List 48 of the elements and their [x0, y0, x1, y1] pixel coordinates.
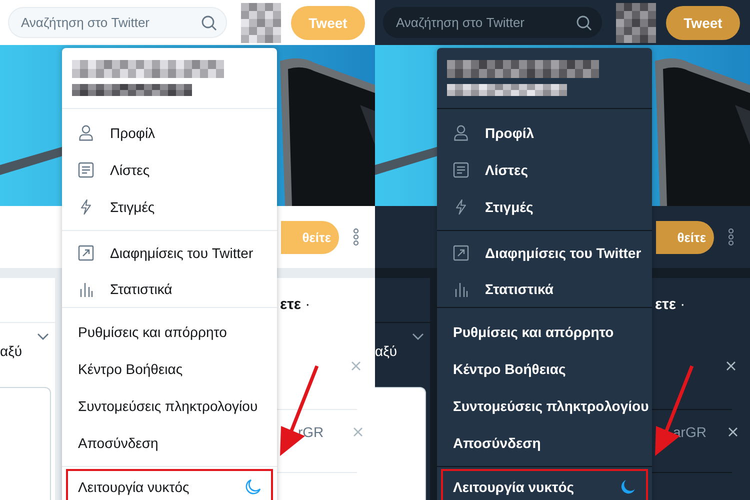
search-field[interactable]: Αναζήτηση στο Twitter — [383, 7, 602, 38]
bar-chart-icon — [453, 281, 469, 297]
menu-item[interactable]: Στιγμές — [62, 188, 277, 225]
pixelated-avatar[interactable] — [616, 2, 656, 42]
menu-item[interactable]: Κέντρο Βοήθειας — [437, 350, 652, 387]
person-icon — [78, 124, 94, 140]
chevron-icon[interactable] — [412, 333, 424, 341]
moon-icon[interactable] — [620, 479, 636, 495]
menu-item[interactable]: Στιγμές — [437, 188, 652, 225]
close-icon[interactable] — [728, 427, 738, 437]
account-name[interactable]: rGR — [298, 424, 324, 440]
menu-item[interactable]: Προφίλ — [437, 114, 652, 151]
menu-item[interactable]: Λίστες — [437, 151, 652, 188]
list-icon — [78, 162, 94, 178]
menu-item[interactable]: Αποσύνδεση — [437, 424, 652, 461]
close-icon[interactable] — [726, 361, 736, 371]
pixelated-avatar[interactable] — [241, 2, 281, 42]
lightning-icon — [453, 198, 469, 214]
menu-item[interactable]: Ρυθμίσεις και απόρρητο — [437, 313, 652, 350]
bar-chart-icon — [78, 281, 94, 297]
night-mode-item[interactable]: Λειτουργία νυκτός — [441, 469, 648, 500]
tweet-text: αξύ — [375, 343, 398, 359]
card-title: ετε · — [655, 296, 686, 313]
menu-item[interactable]: Προφίλ — [62, 114, 277, 151]
more-icon[interactable] — [353, 228, 359, 246]
menu-item[interactable]: Στατιστικά — [437, 271, 652, 307]
menu-item[interactable]: Λίστες — [62, 151, 277, 188]
tweet-text: αξύ — [0, 343, 24, 359]
menu-item[interactable]: Συντομεύσεις πληκτρολογίου — [62, 387, 277, 424]
search-icon[interactable] — [201, 15, 217, 31]
moon-icon[interactable] — [245, 479, 261, 495]
search-icon[interactable] — [576, 15, 592, 31]
menu-item[interactable]: Διαφημίσεις του Twitter — [437, 235, 652, 271]
night-mode-item[interactable]: Λειτουργία νυκτός — [66, 469, 273, 500]
menu-item[interactable]: Κέντρο Βοήθειας — [62, 350, 277, 387]
menu-item[interactable]: Συντομεύσεις πληκτρολογίου — [437, 387, 652, 424]
menu-item[interactable]: Στατιστικά — [62, 271, 277, 307]
more-icon[interactable] — [728, 228, 734, 246]
card-title: ετε · — [280, 296, 312, 313]
external-link-icon — [78, 245, 94, 261]
menu-item[interactable]: Διαφημίσεις του Twitter — [62, 235, 277, 271]
person-icon — [453, 124, 469, 140]
chevron-icon[interactable] — [37, 333, 49, 341]
lightning-icon — [78, 198, 94, 214]
menu-item[interactable]: Ρυθμίσεις και απόρρητο — [62, 313, 277, 350]
list-icon — [453, 162, 469, 178]
external-link-icon — [453, 245, 469, 261]
menu-item[interactable]: Αποσύνδεση — [62, 424, 277, 461]
